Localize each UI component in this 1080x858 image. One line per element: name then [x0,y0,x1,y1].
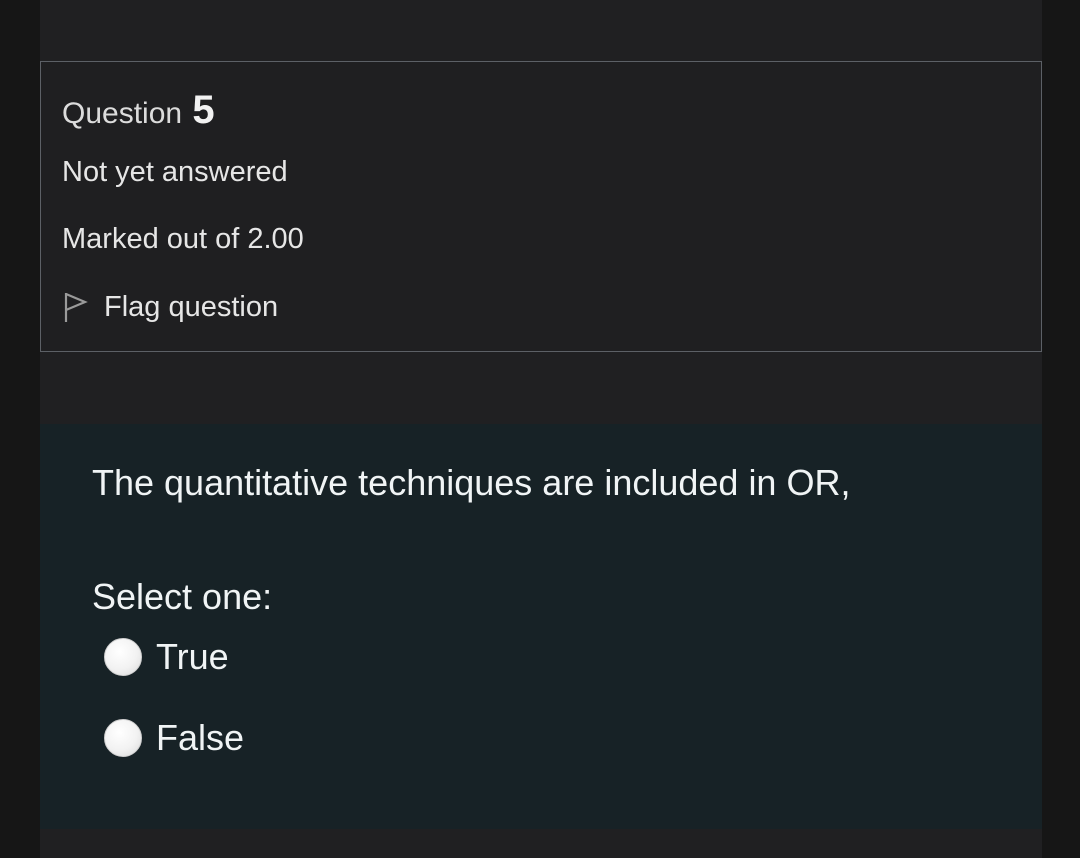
question-info-panel: Question 5 Not yet answered Marked out o… [40,61,1042,352]
flag-question-label: Flag question [104,290,279,323]
question-label: Question [62,97,183,130]
quiz-page: Question 5 Not yet answered Marked out o… [40,0,1042,858]
question-content: The quantitative techniques are included… [40,424,1042,829]
question-number: 5 [192,88,215,132]
flag-icon [62,290,88,324]
answer-option-label: False [156,717,245,758]
answer-option-false[interactable]: False [104,717,244,759]
question-text: The quantitative techniques are included… [92,462,851,503]
radio-button-true[interactable] [104,638,142,676]
flag-question-button[interactable]: Flag question [62,290,278,324]
question-state: Not yet answered [62,156,288,188]
answer-prompt: Select one: [92,576,273,617]
answer-option-label: True [156,636,229,677]
radio-button-false[interactable] [104,719,142,757]
question-number-heading: Question 5 [62,88,215,133]
answer-option-true[interactable]: True [104,636,229,678]
question-grade: Marked out of 2.00 [62,223,304,255]
